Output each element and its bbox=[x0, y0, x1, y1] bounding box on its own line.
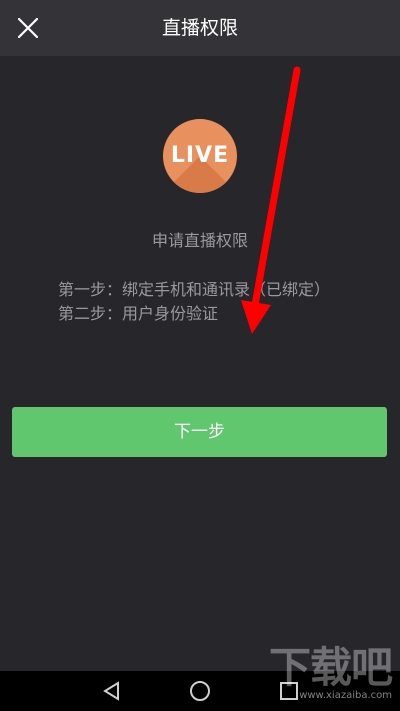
nav-home-button[interactable] bbox=[188, 679, 212, 703]
watermark-logo-text: 下载吧 bbox=[268, 643, 393, 692]
home-circle-icon bbox=[190, 681, 210, 701]
nav-back-button[interactable] bbox=[100, 679, 124, 703]
back-triangle-icon bbox=[103, 681, 119, 701]
red-arrow-annotation bbox=[241, 66, 301, 334]
watermark: 下载吧 www.xiazaiba.com bbox=[268, 643, 393, 702]
